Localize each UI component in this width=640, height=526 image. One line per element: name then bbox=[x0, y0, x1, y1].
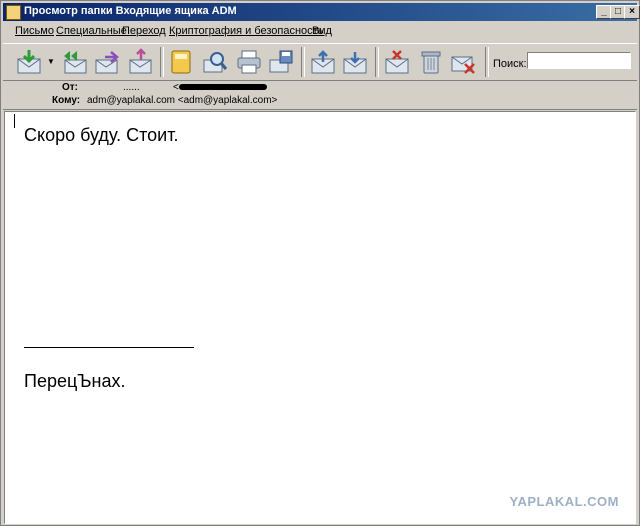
redirect-button[interactable] bbox=[127, 48, 155, 76]
next-message-icon bbox=[343, 52, 367, 74]
from-bracket: < bbox=[173, 82, 179, 93]
menu-crypto-security[interactable]: Криптография и безопасность bbox=[169, 25, 323, 37]
message-body[interactable]: Скоро буду. Стоит. ПерецЪнах. YAPLAKAL.C… bbox=[4, 111, 636, 524]
signature-text: ПерецЪнах. bbox=[24, 371, 126, 391]
message-text: Скоро буду. Стоит. bbox=[24, 125, 179, 145]
delete-junk-button[interactable] bbox=[449, 48, 477, 76]
text-caret bbox=[14, 114, 15, 128]
from-name[interactable]: ...... bbox=[123, 82, 140, 93]
from-label: От: bbox=[62, 82, 79, 93]
window-title: Просмотр папки Входящие ящика ADM bbox=[24, 5, 237, 17]
save-button[interactable] bbox=[267, 48, 295, 76]
redacted-sender-address bbox=[179, 84, 267, 90]
to-address[interactable]: adm@yaplakal.com <adm@yaplakal.com> bbox=[87, 95, 277, 106]
menu-go[interactable]: Переход bbox=[122, 25, 166, 37]
title-bar[interactable]: Просмотр папки Входящие ящика ADM _ □ × bbox=[3, 3, 640, 21]
search-label: Поиск: bbox=[493, 58, 527, 70]
site-watermark: YAPLAKAL.COM bbox=[509, 494, 619, 509]
toolbar-separator bbox=[160, 47, 164, 77]
menu-special[interactable]: Специальные bbox=[56, 25, 127, 37]
toolbar-separator bbox=[301, 47, 305, 77]
get-mail-button[interactable] bbox=[15, 48, 43, 76]
forward-icon bbox=[95, 51, 119, 74]
menu-message[interactable]: Письмо bbox=[15, 25, 54, 37]
save-icon bbox=[269, 50, 293, 73]
get-mail-dropdown-arrow[interactable]: ▼ bbox=[47, 58, 55, 66]
mail-window: Просмотр папки Входящие ящика ADM _ □ × … bbox=[0, 0, 640, 526]
message-header: От: ...... < Кому: adm@yaplakal.com <adm… bbox=[3, 81, 637, 110]
delete-junk-icon bbox=[451, 56, 475, 74]
find-icon bbox=[203, 52, 228, 73]
signature-separator bbox=[24, 347, 194, 348]
mark-junk-button[interactable] bbox=[383, 48, 411, 76]
delete-button[interactable] bbox=[417, 48, 445, 76]
toolbar: ▼ Поиск: bbox=[3, 43, 637, 81]
to-label: Кому: bbox=[52, 95, 81, 106]
get-mail-icon bbox=[17, 50, 41, 74]
next-message-button[interactable] bbox=[341, 48, 369, 76]
redirect-icon bbox=[129, 48, 152, 74]
find-button[interactable] bbox=[201, 48, 229, 76]
toolbar-separator bbox=[485, 47, 489, 77]
forward-button[interactable] bbox=[93, 48, 121, 76]
address-book-icon bbox=[171, 50, 191, 74]
previous-message-button[interactable] bbox=[309, 48, 337, 76]
toolbar-separator bbox=[375, 47, 379, 77]
previous-message-icon bbox=[311, 50, 335, 74]
print-button[interactable] bbox=[235, 48, 263, 76]
close-button[interactable]: × bbox=[624, 5, 640, 19]
search-input[interactable] bbox=[527, 52, 631, 69]
folder-icon bbox=[6, 5, 21, 20]
menu-view[interactable]: Вид bbox=[312, 25, 332, 37]
print-icon bbox=[237, 50, 261, 74]
menu-bar: Письмо Специальные Переход Криптография … bbox=[3, 22, 635, 41]
reply-all-button[interactable] bbox=[61, 48, 89, 76]
delete-icon bbox=[421, 51, 441, 74]
reply-all-icon bbox=[64, 51, 87, 74]
mark-junk-icon bbox=[385, 50, 409, 74]
address-book-button[interactable] bbox=[167, 48, 195, 76]
